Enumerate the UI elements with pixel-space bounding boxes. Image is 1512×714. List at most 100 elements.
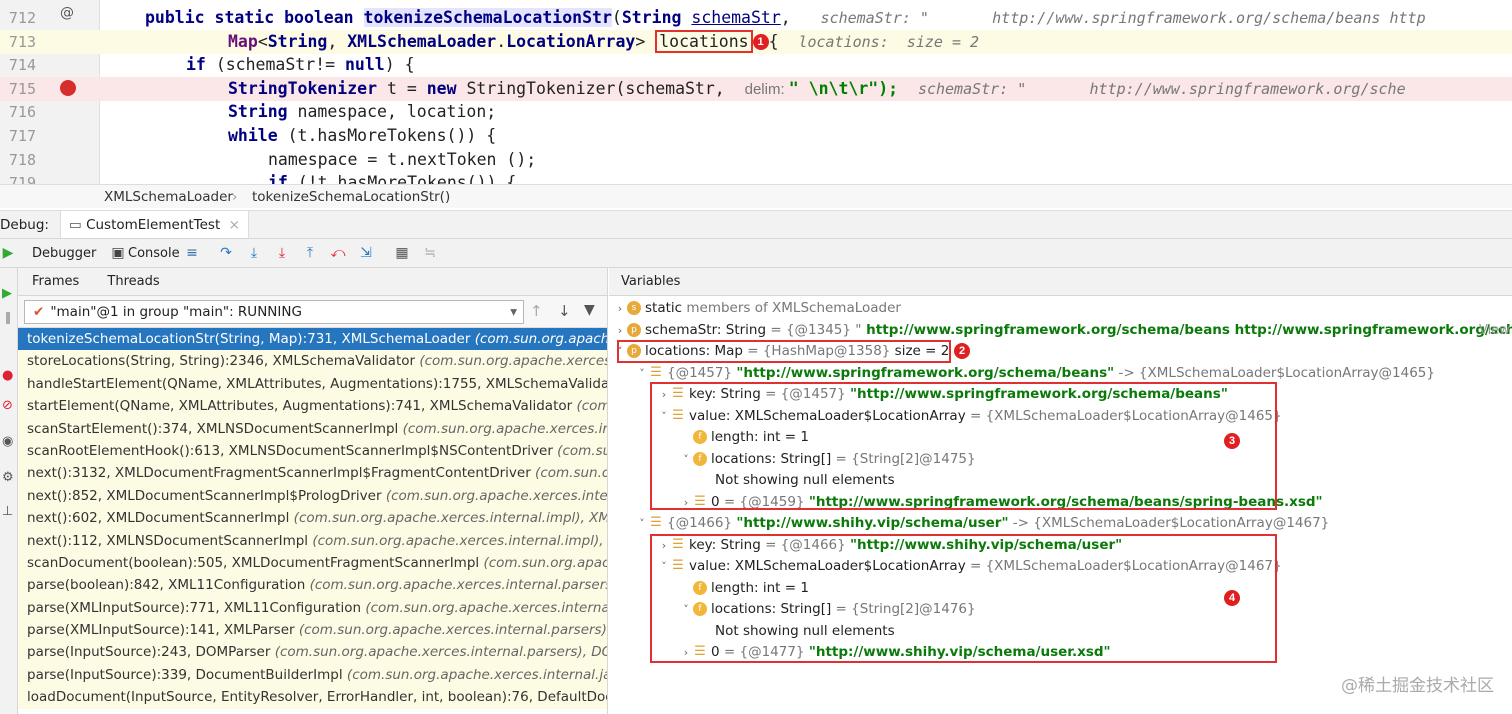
stack-frame-row[interactable]: parse(InputSource):243, DOMParser (com.s… [18, 641, 607, 664]
stack-frame-row[interactable]: scanDocument(boolean):505, XMLDocumentFr… [18, 551, 607, 575]
stack-frame-row[interactable]: parse(boolean):842, XML11Configuration (… [18, 574, 607, 597]
code-text: StringTokenizer t = new StringTokenizer(… [228, 77, 1406, 102]
stack-frame-row[interactable]: scanStartElement():374, XMLNSDocumentSca… [18, 417, 607, 440]
code-line[interactable]: 712 public static boolean tokenizeSchemaL… [0, 6, 1512, 30]
badge-2: 2 [954, 343, 970, 359]
code-editor[interactable]: 712 public static boolean tokenizeSchemaL… [0, 0, 1512, 184]
variable-row[interactable]: ˅ ☰ {@1466} "http://www.shihy.vip/schema/u… [609, 513, 1512, 535]
stack-frame-row[interactable]: parse(XMLInputSource):141, XMLParser (co… [18, 619, 607, 642]
stack-frame-row[interactable]: next():3132, XMLDocumentFragmentScannerI… [18, 462, 607, 485]
camera-icon[interactable]: ◉ [2, 434, 13, 449]
stack-frame-row[interactable]: parse(XMLInputSource):771, XML11Configur… [18, 596, 607, 620]
step-into-icon[interactable]: ⤓ [246, 245, 262, 261]
up-arrow-icon[interactable]: ↑ [530, 302, 543, 320]
line-number: 712 [8, 9, 36, 27]
step-over-icon[interactable]: ↷ [218, 245, 234, 261]
parameter-icon: p [627, 322, 641, 337]
down-arrow-icon[interactable]: ↓ [558, 302, 571, 320]
close-icon[interactable]: × [229, 217, 240, 233]
run-to-cursor-icon[interactable]: ⇲ [358, 245, 374, 261]
breakpoint-icon[interactable] [60, 80, 76, 96]
console-tab[interactable]: Console [128, 239, 180, 269]
view-link[interactable]: View [1479, 320, 1510, 342]
frame-method: parse(XMLInputSource):141, XMLParser [27, 622, 299, 639]
filter-icon[interactable]: ▼ [584, 302, 595, 318]
expand-down-icon[interactable]: ˅ [635, 363, 649, 385]
code-line[interactable]: 714 if (schemaStr!= null) { [0, 53, 1512, 77]
stack-frame-row[interactable]: scanRootElementHook():613, XMLNSDocument… [18, 439, 607, 463]
code-text: String namespace, location; [228, 100, 496, 124]
force-step-into-icon[interactable]: ⤓ [274, 245, 290, 261]
tab-frames[interactable]: Frames [32, 274, 79, 289]
variable-row[interactable]: › s static members of XMLSchemaLoader [609, 298, 1512, 320]
frame-method: handleStartElement(QName, XMLAttributes,… [27, 375, 607, 392]
stack-frame-row[interactable]: storeLocations(String, String):2346, XML… [18, 350, 607, 373]
stack-frame-row[interactable]: next():112, XMLNSDocumentScannerImpl (co… [18, 529, 607, 552]
trace-icon[interactable]: ≒ [422, 245, 438, 261]
debugger-tab[interactable]: Debugger [32, 239, 96, 269]
rerun-icon[interactable]: ▶ [2, 286, 12, 301]
code-token: String [267, 31, 328, 51]
step-out-icon[interactable]: ⤒ [302, 245, 318, 261]
pin-icon[interactable]: ⊥ [2, 504, 13, 519]
stack-frame-row[interactable]: handleStartElement(QName, XMLAttributes,… [18, 372, 607, 396]
frame-package: (com.sun.org.apache.xerces.internal.impl… [293, 510, 607, 527]
code-token: String [621, 8, 692, 27]
mute-breakpoints-icon[interactable]: ⊘ [2, 398, 13, 413]
locations-variable-highlight[interactable]: locations [655, 29, 753, 53]
override-icon[interactable]: @ [60, 5, 74, 21]
code-line[interactable]: 716 String namespace, location; [0, 100, 1512, 124]
tab-threads[interactable]: Threads [107, 274, 159, 289]
variable-tail: -> {XMLSchemaLoader$LocationArray@1467} [1008, 515, 1330, 531]
frame-method: parse(InputSource):339, DocumentBuilderI… [27, 666, 347, 683]
tab-custom-element-test[interactable]: ▭ CustomElementTest × [60, 211, 249, 239]
stack-frame-row[interactable]: tokenizeSchemaLocationStr(String, Map):7… [18, 328, 607, 351]
stop-icon[interactable]: ● [2, 368, 13, 383]
variables-panel: Variables › s static members of XMLSchemaL… [609, 268, 1512, 714]
code-token: t = [386, 78, 427, 98]
breadcrumb-method[interactable]: tokenizeSchemaLocationStr() [252, 185, 450, 209]
expand-right-icon[interactable]: › [613, 320, 627, 342]
code-token: StringTokenizer [228, 78, 387, 98]
expand-right-icon[interactable]: › [613, 298, 627, 320]
stack-frame-row[interactable]: parse(InputSource):339, DocumentBuilderI… [18, 663, 607, 687]
stack-frame-row[interactable]: loadDocument(InputSource, EntityResolver… [18, 686, 607, 709]
code-line[interactable]: 718 namespace = t.nextToken (); [0, 148, 1512, 172]
thread-dropdown[interactable]: ✔ "main"@1 in group "main": RUNNING ▾ [24, 300, 524, 324]
evaluate-icon[interactable]: ▦ [394, 245, 410, 261]
variable-tail: -> {XMLSchemaLoader$LocationArray@1465} [1114, 364, 1435, 381]
variable-row[interactable]: › p schemaStr: String = {@1345} " http://w… [609, 320, 1512, 342]
frame-method: scanDocument(boolean):505, XMLDocumentFr… [27, 554, 484, 571]
breadcrumb-class[interactable]: XMLSchemaLoader [104, 185, 233, 209]
highlight-box-4 [650, 534, 1277, 663]
frame-package: (com.sun.org.apache.xerces.internal.jaxp… [346, 666, 607, 683]
pause-icon[interactable]: ❚ [3, 310, 13, 324]
drop-frame-icon[interactable]: ⤺ [330, 245, 346, 261]
watermark: @稀土掘金技术社区 [1341, 676, 1494, 696]
inline-value-hint: schemaStr: " http://www.springframework.… [917, 79, 1406, 98]
code-line[interactable]: 715 StringTokenizer t = new StringTokeniz… [0, 76, 1512, 102]
stack-frame-row[interactable]: next():852, XMLDocumentScannerImpl$Prolo… [18, 484, 607, 508]
code-token: , [327, 31, 348, 51]
menu-icon[interactable]: ≡ [184, 245, 200, 261]
code-text: namespace = t.nextToken (); [268, 148, 536, 172]
code-line[interactable]: 713 Map<String, XMLSchemaLoader.LocationA… [0, 29, 1512, 54]
stack-frame-row[interactable]: next():602, XMLDocumentScannerImpl (com.… [18, 507, 607, 530]
code-token: XMLSchemaLoader [347, 31, 497, 51]
code-text: public static boolean tokenizeSchemaLoca… [145, 6, 1426, 30]
settings-icon[interactable]: ⚙ [2, 470, 14, 485]
variable-row[interactable]: ˅ ☰ {@1457} "http://www.springframework.or… [609, 363, 1512, 385]
line-number: 716 [8, 103, 36, 122]
debug-toolbar: ▶ Debugger ▣ Console ≡ ↷ ⤓ ⤓ ⤒ ⤺ ⇲ ▦ ≒ [0, 238, 1512, 268]
resume-icon[interactable]: ▶ [0, 245, 16, 261]
entry-icon: ☰ [650, 364, 662, 380]
code-text: if (schemaStr!= null) { [186, 53, 415, 77]
parameter-hint: delim: [744, 80, 789, 98]
code-line[interactable]: 717 while (t.hasMoreTokens()) { [0, 124, 1512, 148]
expand-down-icon[interactable]: ˅ [635, 513, 649, 535]
code-line[interactable]: 719 if (!t.hasMoreTokens()) { [0, 171, 1512, 184]
static-icon: s [627, 301, 641, 315]
stack-frame-row[interactable]: startElement(QName, XMLAttributes, Augme… [18, 395, 607, 418]
frame-package: (com.sun.org.apache.xerces.internal.pars… [309, 577, 607, 594]
chevron-down-icon: ▾ [510, 304, 517, 320]
